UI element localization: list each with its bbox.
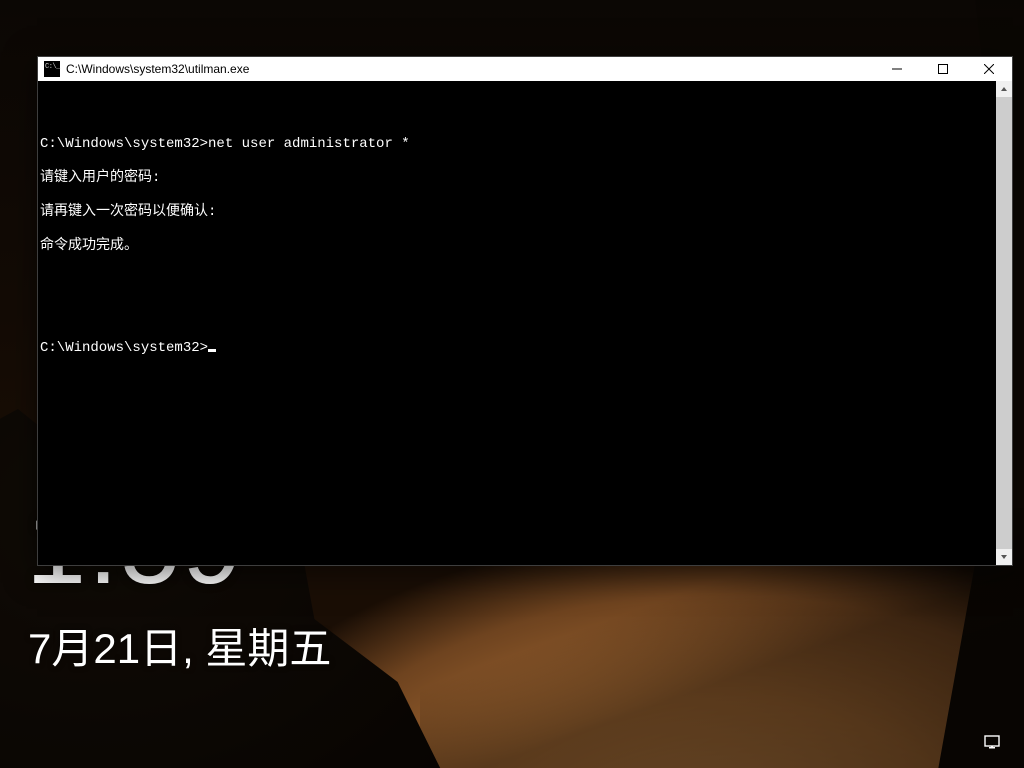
terminal-line: 请键入用户的密码:	[40, 170, 996, 187]
minimize-button[interactable]	[874, 57, 920, 81]
lockscreen-date: 7月21日, 星期五	[28, 628, 331, 670]
terminal-output[interactable]: C:\Windows\system32>net user administrat…	[38, 81, 996, 565]
terminal-line: 命令成功完成。	[40, 238, 996, 255]
terminal-blank	[40, 272, 996, 289]
console-client[interactable]: C:\Windows\system32>net user administrat…	[38, 81, 1012, 565]
terminal-line: C:\Windows\system32>net user administrat…	[40, 136, 996, 153]
close-button[interactable]	[966, 57, 1012, 81]
prompt: C:\Windows\system32>	[40, 136, 208, 152]
scroll-up-button[interactable]	[996, 81, 1012, 97]
network-icon[interactable]	[984, 734, 1004, 750]
cmd-icon	[44, 61, 60, 77]
command: net user administrator *	[208, 136, 410, 152]
console-window: C:\Windows\system32\utilman.exe C:\Windo…	[37, 56, 1013, 566]
prompt: C:\Windows\system32>	[40, 340, 208, 356]
window-title: C:\Windows\system32\utilman.exe	[66, 62, 249, 76]
terminal-blank	[40, 306, 996, 323]
cursor	[208, 349, 216, 352]
terminal-line: C:\Windows\system32>	[40, 340, 996, 357]
scroll-track[interactable]	[996, 97, 1012, 549]
terminal-blank	[40, 102, 996, 119]
maximize-button[interactable]	[920, 57, 966, 81]
scrollbar[interactable]	[996, 81, 1012, 565]
scroll-down-button[interactable]	[996, 549, 1012, 565]
titlebar[interactable]: C:\Windows\system32\utilman.exe	[38, 57, 1012, 81]
scroll-thumb[interactable]	[996, 97, 1012, 549]
terminal-line: 请再键入一次密码以便确认:	[40, 204, 996, 221]
